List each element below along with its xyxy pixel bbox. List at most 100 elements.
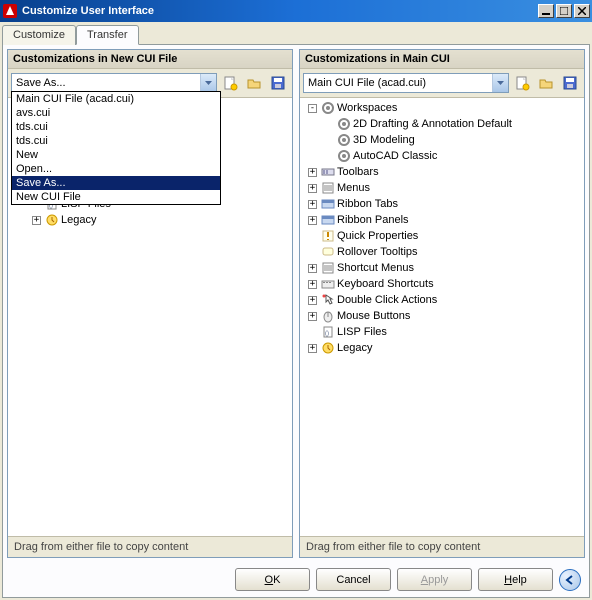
- open-file-button[interactable]: [535, 72, 557, 94]
- open-file-button[interactable]: [243, 72, 265, 94]
- right-toolbar: Main CUI File (acad.cui): [300, 69, 584, 97]
- tree-item[interactable]: +Toolbars: [302, 164, 582, 180]
- tree-item-label: Mouse Buttons: [337, 310, 410, 322]
- button-bar: OK Cancel Apply Help: [7, 562, 585, 593]
- tab-customize[interactable]: Customize: [2, 25, 76, 45]
- right-panel: Customizations in Main CUI Main CUI File…: [299, 49, 585, 558]
- dropdown-option[interactable]: New: [12, 148, 220, 162]
- tree-item[interactable]: +Ribbon Tabs: [302, 196, 582, 212]
- tree-item-label: 2D Drafting & Annotation Default: [353, 118, 512, 130]
- save-file-button[interactable]: [559, 72, 581, 94]
- keyboard-icon: [321, 277, 335, 291]
- left-panel-title: Customizations in New CUI File: [8, 50, 292, 69]
- tree-item-label: Quick Properties: [337, 230, 418, 242]
- tree-item[interactable]: + Menus: [302, 180, 582, 196]
- maximize-button[interactable]: [556, 4, 572, 18]
- new-file-button[interactable]: [219, 72, 241, 94]
- tree-item[interactable]: 2D Drafting & Annotation Default: [302, 116, 582, 132]
- quick-icon: [321, 229, 335, 243]
- tree-item[interactable]: 3D Modeling: [302, 132, 582, 148]
- expand-icon[interactable]: +: [308, 216, 317, 225]
- expand-icon[interactable]: +: [308, 296, 317, 305]
- chevron-down-icon[interactable]: [200, 74, 216, 92]
- left-toolbar: Save As... Main CUI Fi: [8, 69, 292, 97]
- tree-item[interactable]: + Shortcut Menus: [302, 260, 582, 276]
- right-file-combo[interactable]: Main CUI File (acad.cui): [303, 73, 509, 93]
- left-combo-dropdown[interactable]: Main CUI File (acad.cui)avs.cuitds.cuitd…: [11, 91, 221, 205]
- gear-icon: [337, 117, 351, 131]
- tree-item[interactable]: - Workspaces: [302, 100, 582, 116]
- tree-item-label: Legacy: [337, 342, 372, 354]
- expander-none: [324, 136, 333, 145]
- app-icon: [2, 3, 18, 19]
- help-button[interactable]: Help: [478, 568, 553, 591]
- tree-item-label: Ribbon Panels: [337, 214, 409, 226]
- left-combo-text: Save As...: [12, 77, 200, 89]
- tree-item[interactable]: + Ribbon Panels: [302, 212, 582, 228]
- tree-item-label: Keyboard Shortcuts: [337, 278, 434, 290]
- expand-icon[interactable]: +: [308, 344, 317, 353]
- dropdown-option[interactable]: avs.cui: [12, 106, 220, 120]
- legacy-icon: [321, 341, 335, 355]
- tree-item[interactable]: AutoCAD Classic: [302, 148, 582, 164]
- right-tree[interactable]: - Workspaces 2D Drafting & Annotation Defa…: [300, 97, 584, 536]
- tree-item[interactable]: +Legacy: [10, 212, 290, 228]
- dropdown-option[interactable]: New CUI File: [12, 190, 220, 204]
- tree-item[interactable]: Quick Properties: [302, 228, 582, 244]
- dropdown-option[interactable]: tds.cui: [12, 120, 220, 134]
- apply-button[interactable]: Apply: [397, 568, 472, 591]
- ribbon-icon: [321, 197, 335, 211]
- gear-icon: [337, 133, 351, 147]
- svg-text:(): (): [325, 331, 329, 337]
- collapse-icon[interactable]: -: [308, 104, 317, 113]
- tree-item[interactable]: + Mouse Buttons: [302, 308, 582, 324]
- expand-icon[interactable]: +: [308, 264, 317, 273]
- right-panel-title: Customizations in Main CUI: [300, 50, 584, 69]
- tree-item-label: 3D Modeling: [353, 134, 415, 146]
- save-file-button[interactable]: [267, 72, 289, 94]
- ribbon-icon: [321, 213, 335, 227]
- dropdown-option[interactable]: Open...: [12, 162, 220, 176]
- minimize-button[interactable]: [538, 4, 554, 18]
- expand-icon[interactable]: +: [308, 168, 317, 177]
- ok-button[interactable]: OK: [235, 568, 310, 591]
- expander-none: [308, 248, 317, 257]
- expand-icon[interactable]: +: [308, 184, 317, 193]
- expand-icon[interactable]: +: [308, 312, 317, 321]
- left-file-combo[interactable]: Save As...: [11, 73, 217, 93]
- tree-item[interactable]: Rollover Tooltips: [302, 244, 582, 260]
- right-combo-text: Main CUI File (acad.cui): [304, 77, 492, 89]
- gear-icon: [337, 149, 351, 163]
- expand-button[interactable]: [559, 569, 581, 591]
- tree-item[interactable]: ()LISP Files: [302, 324, 582, 340]
- tree-item[interactable]: + Legacy: [302, 340, 582, 356]
- chevron-down-icon[interactable]: [492, 74, 508, 92]
- legacy-icon: [45, 213, 59, 227]
- right-hint: Drag from either file to copy content: [300, 536, 584, 557]
- left-hint: Drag from either file to copy content: [8, 536, 292, 557]
- tree-item-label: AutoCAD Classic: [353, 150, 437, 162]
- dropdown-option[interactable]: Save As...: [12, 176, 220, 190]
- left-panel: Customizations in New CUI File Save As..…: [7, 49, 293, 558]
- expand-icon[interactable]: +: [308, 200, 317, 209]
- tab-body: Customizations in New CUI File Save As..…: [2, 44, 590, 598]
- cancel-button[interactable]: Cancel: [316, 568, 391, 591]
- expander-none: [308, 328, 317, 337]
- window-title: Customize User Interface: [22, 5, 536, 17]
- close-button[interactable]: [574, 4, 590, 18]
- mouse-icon: [321, 309, 335, 323]
- lisp-icon: (): [321, 325, 335, 339]
- tab-strip: Customize Transfer: [2, 25, 590, 45]
- tree-item-label: Menus: [337, 182, 370, 194]
- dropdown-option[interactable]: tds.cui: [12, 134, 220, 148]
- expand-icon[interactable]: +: [32, 216, 41, 225]
- dropdown-option[interactable]: Main CUI File (acad.cui): [12, 92, 220, 106]
- tree-item-label: Shortcut Menus: [337, 262, 414, 274]
- new-file-button[interactable]: [511, 72, 533, 94]
- tree-item[interactable]: +Double Click Actions: [302, 292, 582, 308]
- expander-none: [308, 232, 317, 241]
- tree-item-label: Workspaces: [337, 102, 397, 114]
- tree-item[interactable]: + Keyboard Shortcuts: [302, 276, 582, 292]
- tab-transfer[interactable]: Transfer: [76, 25, 139, 45]
- expand-icon[interactable]: +: [308, 280, 317, 289]
